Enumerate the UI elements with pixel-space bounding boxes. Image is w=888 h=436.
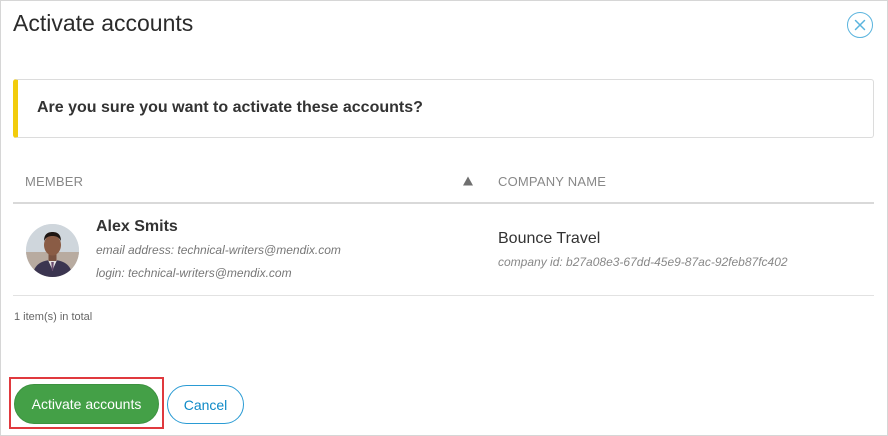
confirmation-alert: Are you sure you want to activate these … — [13, 79, 874, 138]
column-header-member[interactable]: MEMBER — [25, 174, 83, 189]
column-header-company-name[interactable]: COMPANY NAME — [498, 174, 606, 189]
dialog-title: Activate accounts — [13, 10, 194, 36]
close-button[interactable] — [847, 12, 873, 38]
alert-message: Are you sure you want to activate these … — [37, 99, 423, 116]
table-header-divider — [13, 202, 874, 204]
company-id: company id: b27a08e3-67dd-45e9-87ac-92fe… — [498, 255, 788, 269]
close-icon — [854, 19, 866, 31]
sort-ascending-icon[interactable] — [462, 175, 474, 187]
member-name: Alex Smits — [96, 218, 178, 235]
member-email: email address: technical-writers@mendix.… — [96, 243, 341, 257]
item-count: 1 item(s) in total — [14, 311, 93, 323]
cancel-button[interactable]: Cancel — [167, 385, 244, 424]
activate-accounts-dialog: Activate accounts Are you sure you want … — [0, 0, 888, 436]
activate-accounts-button[interactable]: Activate accounts — [14, 384, 159, 424]
avatar-photo — [26, 224, 79, 277]
avatar — [26, 224, 79, 277]
table-row-divider — [13, 295, 874, 296]
member-login: login: technical-writers@mendix.com — [96, 266, 292, 280]
company-name: Bounce Travel — [498, 230, 601, 247]
